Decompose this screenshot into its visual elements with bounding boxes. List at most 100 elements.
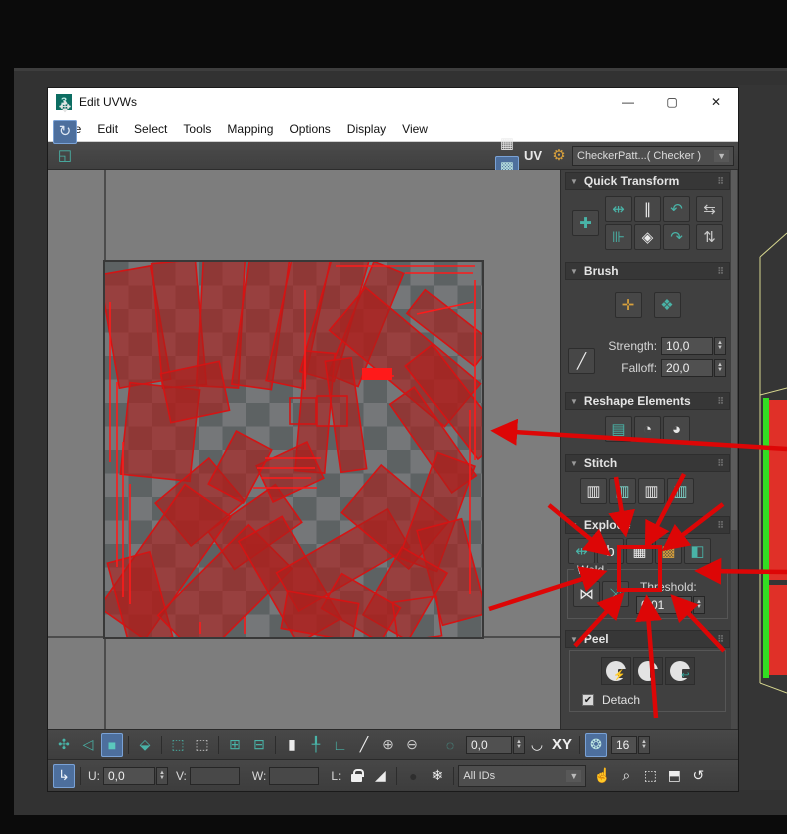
rotate-tool[interactable]: ↻	[53, 119, 77, 144]
texture-select-dropdown[interactable]: CheckerPatt...( Checker ) ▼	[572, 145, 734, 166]
zoom-to-gizmo-icon[interactable]: ↺	[687, 764, 709, 788]
weld-selected-button[interactable]: ⋈	[573, 581, 600, 607]
falloff-space-label[interactable]: XY	[552, 736, 572, 753]
rollout-header[interactable]: ▼ Peel ⠿	[565, 630, 730, 648]
maximize-button[interactable]: ▢	[650, 88, 694, 116]
flatten-by-smoothing-group-button[interactable]: b	[597, 538, 624, 564]
menu-display[interactable]: Display	[339, 119, 394, 139]
menu-mapping[interactable]: Mapping	[219, 119, 281, 139]
rollout-header[interactable]: ▼ Quick Transform ⠿	[565, 172, 730, 190]
paint-select-button[interactable]: ╱	[353, 733, 375, 757]
rollout-header[interactable]: ▼ Explode ⠿	[565, 516, 730, 534]
grip-dots-icon[interactable]: ⠿	[717, 266, 725, 277]
rotate-cw-button[interactable]: ↷	[663, 224, 690, 250]
edge-subobject-button[interactable]: ◁	[77, 733, 99, 757]
zoom-extents-icon[interactable]: ⬒	[663, 764, 685, 788]
distribute-horizontal-button[interactable]: ⇆	[696, 196, 723, 222]
chevron-down-icon[interactable]: ▼	[566, 769, 582, 782]
spinner-arrows[interactable]: ▲ ▼	[714, 337, 726, 355]
flatten-by-polygon-angle-button[interactable]: ▦	[626, 538, 653, 564]
spinner-arrows[interactable]: ▲ ▼	[156, 766, 168, 785]
peel-mode-button[interactable]	[632, 657, 663, 685]
rollout-header[interactable]: ▼ Reshape Elements ⠿	[565, 392, 730, 410]
straighten-selection-button[interactable]: ▤	[605, 416, 632, 442]
zoom-icon[interactable]: ⌕	[615, 764, 637, 788]
hide-selected-icon[interactable]: ●	[402, 764, 424, 788]
freeze-icon[interactable]: ❄	[426, 764, 448, 788]
rollout-header[interactable]: ▼ Brush ⠿	[565, 262, 730, 280]
uv-tile[interactable]	[103, 260, 484, 639]
texture-options-icon[interactable]: ⚙	[547, 144, 571, 168]
menu-edit[interactable]: Edit	[89, 119, 126, 139]
scale-tool[interactable]: ◱	[53, 144, 77, 168]
grow-selection-button[interactable]: ⬚	[167, 733, 189, 757]
menu-tools[interactable]: Tools	[175, 119, 219, 139]
spinner-arrows[interactable]: ▲ ▼	[693, 596, 705, 614]
flatten-mapping-button[interactable]: ▩	[655, 538, 682, 564]
spinner-arrows[interactable]: ▲ ▼	[637, 735, 650, 754]
paint-select-subtract-button[interactable]: ⊖	[401, 733, 423, 757]
uv-channel-label[interactable]: UV	[524, 148, 542, 163]
material-id-dropdown[interactable]: All IDs ▼	[458, 764, 587, 787]
reset-peel-button[interactable]: ↩	[664, 657, 695, 685]
select-loop-button[interactable]: ⊞	[224, 733, 246, 757]
break-button[interactable]: ⇹	[568, 538, 595, 564]
move-tool[interactable]: ✥	[53, 96, 77, 120]
stitch-to-source-button[interactable]: ▥	[667, 478, 694, 504]
threshold-field[interactable]: 0,01	[636, 596, 692, 614]
transform-gizmo-toggle[interactable]: ↳	[53, 763, 75, 788]
rotate-ccw-button[interactable]: ↶	[663, 196, 690, 222]
uv-island[interactable]	[362, 368, 392, 380]
space-elements-button[interactable]: ◈	[634, 224, 661, 250]
brush-falloff-type-button[interactable]: ╱	[568, 348, 595, 374]
soft-selection-value-field[interactable]: 0,0	[466, 735, 512, 754]
flatten-by-material-id-button[interactable]: ◧	[684, 538, 711, 564]
texture-options-icon[interactable]: ⚙	[548, 144, 570, 168]
move-selected-button[interactable]: ✚	[572, 210, 599, 236]
grip-dots-icon[interactable]: ⠿	[717, 458, 725, 469]
align-vertical-button[interactable]: ∥	[634, 196, 661, 222]
zoom-region-icon[interactable]: ⬚	[639, 764, 661, 788]
chevron-down-icon[interactable]: ▼	[714, 149, 729, 162]
grip-dots-icon[interactable]: ⠿	[717, 520, 725, 531]
filter-faces-icon[interactable]: ◢	[369, 764, 391, 788]
strength-field[interactable]: 10,0	[661, 337, 714, 355]
menu-view[interactable]: View	[394, 119, 436, 139]
rollout-header[interactable]: ▼ Stitch ⠿	[565, 454, 730, 472]
spinner-arrows[interactable]: ▲ ▼	[513, 735, 525, 754]
u-field[interactable]: 0,0	[103, 766, 155, 785]
paint-select-add-button[interactable]: ⊕	[377, 733, 399, 757]
menu-select[interactable]: Select	[126, 119, 175, 139]
spinner-arrows[interactable]: ▲ ▼	[714, 359, 726, 377]
stitch-custom-button[interactable]: ▥	[580, 478, 607, 504]
pan-hand-icon[interactable]: ☝	[591, 764, 613, 788]
menu-options[interactable]: Options	[281, 119, 338, 139]
relax-button[interactable]: ◕	[663, 416, 690, 442]
distribute-vertical-button[interactable]: ⇅	[696, 224, 723, 250]
grip-dots-icon[interactable]: ⠿	[717, 396, 725, 407]
detach-checkbox[interactable]: ✔	[582, 694, 594, 706]
soft-selection-button[interactable]: ◌	[439, 733, 461, 757]
close-button[interactable]: ✕	[694, 88, 738, 116]
select-ring-button[interactable]: ⊟	[248, 733, 270, 757]
quick-peel-button[interactable]: ⚡	[600, 657, 631, 685]
v-field[interactable]	[189, 766, 240, 785]
grip-dots-icon[interactable]: ⠿	[717, 634, 725, 645]
vertex-subobject-button[interactable]: ✣	[53, 733, 75, 757]
align-corner-button[interactable]: ∟	[329, 733, 351, 757]
title-bar[interactable]: 3 Edit UVWs — ▢ ✕	[48, 88, 738, 116]
polygon-subobject-button[interactable]: ■	[101, 732, 123, 757]
paint-soft-selection-button[interactable]: ❂	[584, 732, 607, 757]
relax-brush-button[interactable]: ❖	[653, 292, 681, 318]
uv-editor-canvas[interactable]	[48, 170, 560, 729]
align-horizontal-button[interactable]: ⇹	[605, 196, 632, 222]
show-grid-toggle[interactable]: ▦	[495, 132, 519, 156]
shrink-selection-button[interactable]: ⬚	[191, 733, 213, 757]
w-field[interactable]	[269, 766, 320, 785]
minimize-button[interactable]: —	[606, 88, 650, 116]
target-weld-button[interactable]: ⤨	[602, 581, 629, 607]
brush-size-field[interactable]: 16	[610, 735, 637, 754]
relax-until-flat-button[interactable]: ◔	[634, 416, 661, 442]
stitch-to-target-button[interactable]: ▥	[609, 478, 636, 504]
element-mode-button[interactable]: ⬙	[134, 733, 156, 757]
